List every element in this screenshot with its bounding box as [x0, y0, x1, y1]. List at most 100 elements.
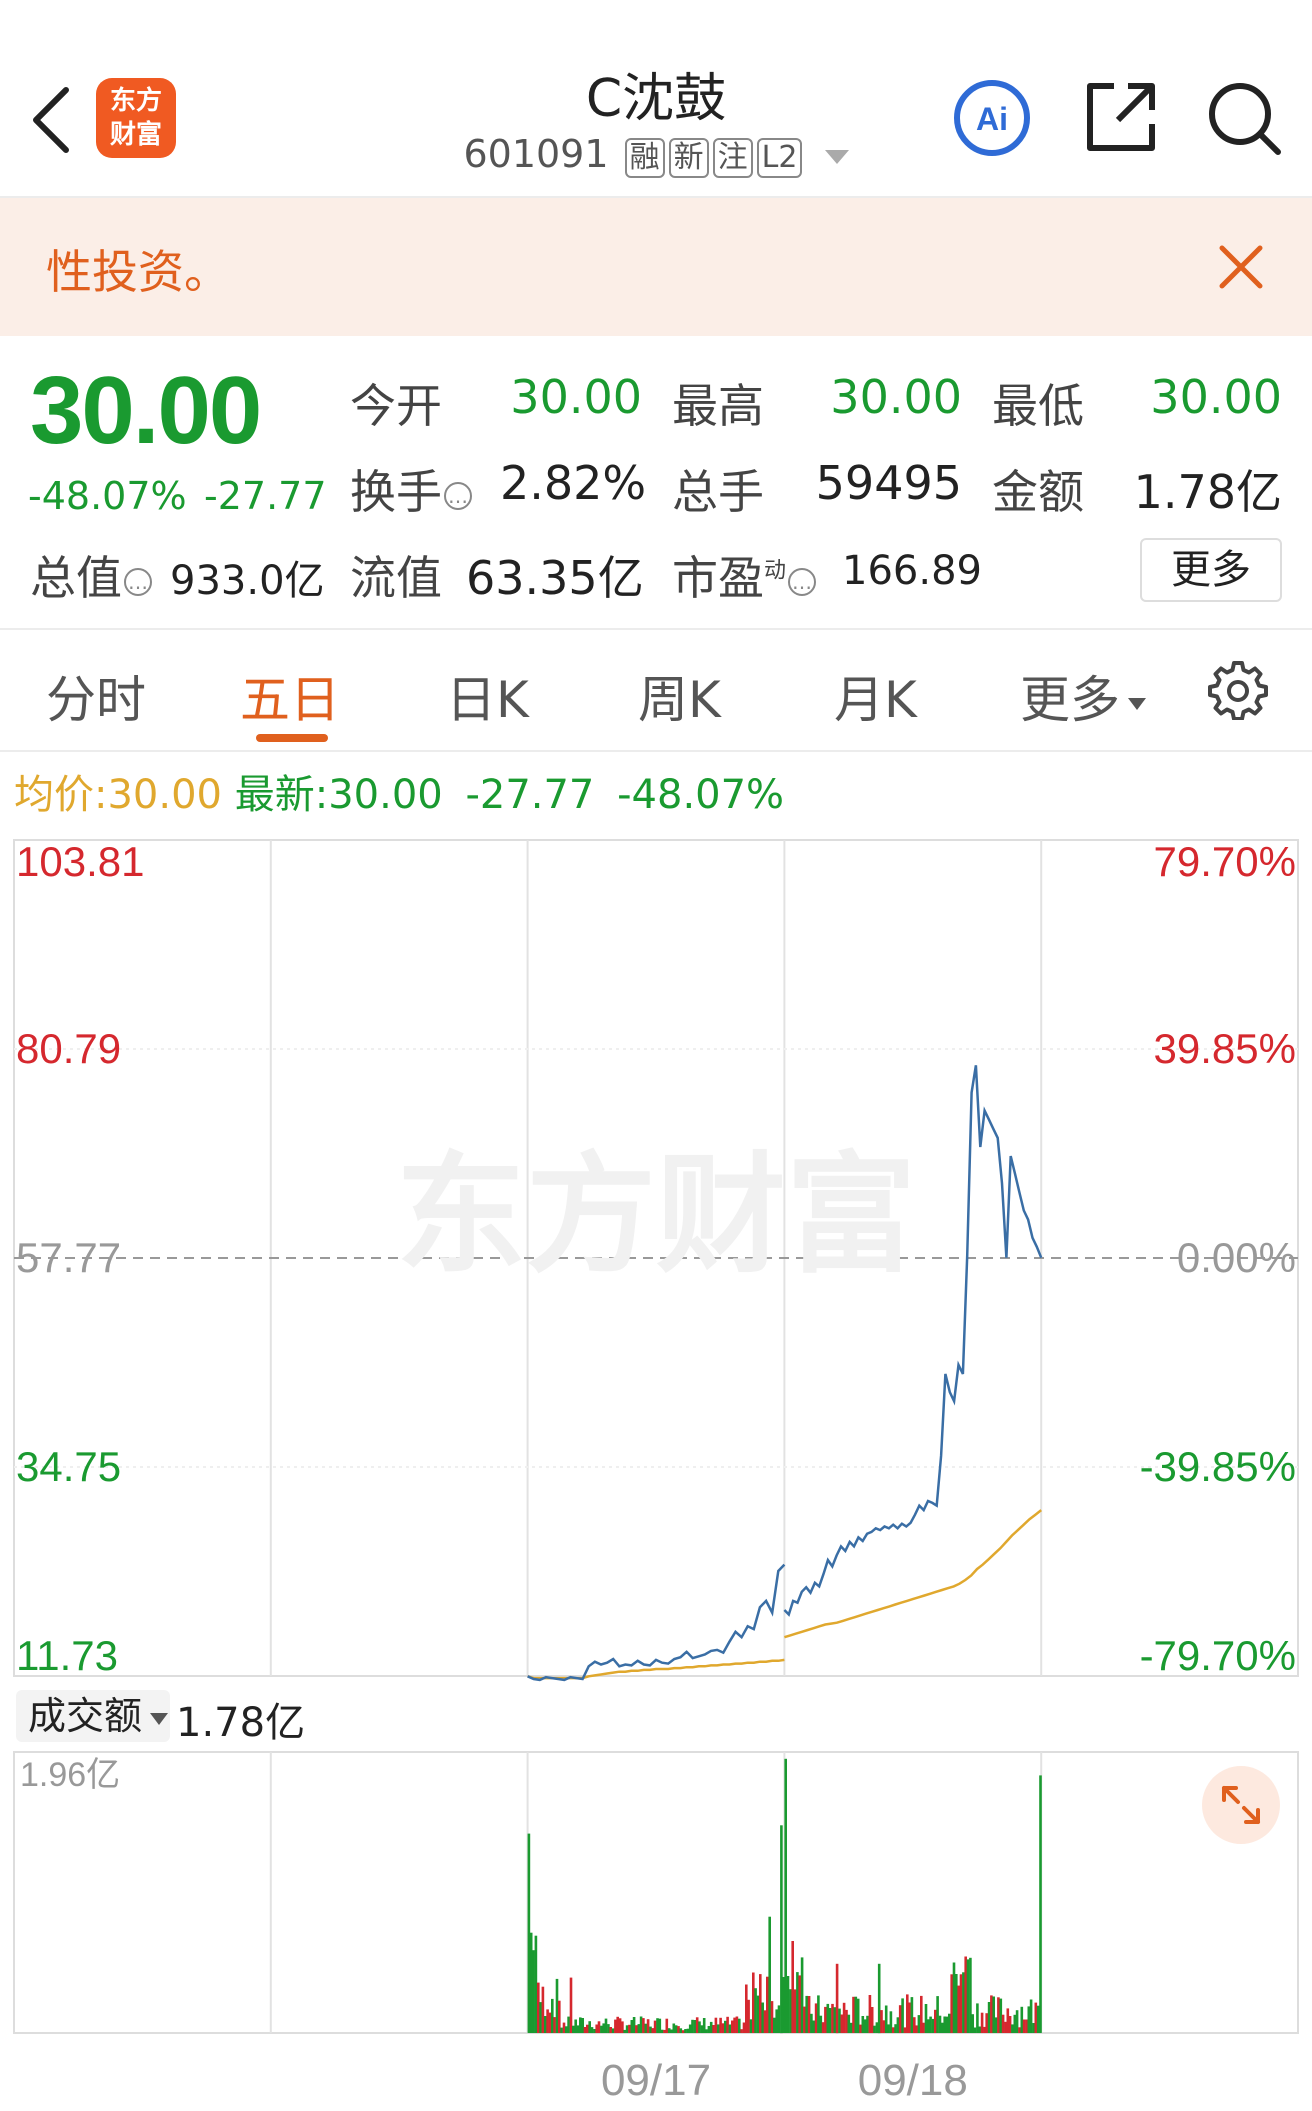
- volume-bar: [966, 1959, 970, 2033]
- volume-bar: [1015, 2010, 1019, 2033]
- volume-bar: [693, 2020, 697, 2033]
- more-button[interactable]: 更多: [1140, 538, 1282, 602]
- pe-dynamic-marker: 动: [764, 558, 787, 584]
- volume-bar: [567, 2016, 570, 2033]
- tab-daily-k[interactable]: 日K: [446, 660, 529, 732]
- volume-bar: [656, 2018, 659, 2033]
- volume-bar: [943, 2016, 946, 2033]
- gear-icon[interactable]: [1208, 660, 1268, 720]
- tab-more[interactable]: 更多: [1020, 660, 1146, 732]
- info-icon[interactable]: …: [124, 567, 152, 596]
- volume-bar: [679, 2028, 683, 2033]
- volume-bar: [999, 1998, 1003, 2033]
- volume-bar: [810, 2013, 813, 2033]
- volume-bar: [868, 1995, 872, 2033]
- volume-bar: [607, 2024, 610, 2033]
- expand-button[interactable]: [1202, 1766, 1280, 1844]
- volume-bar: [581, 2018, 584, 2033]
- tag-margin: 融: [624, 138, 665, 178]
- volume-bar: [576, 2025, 580, 2033]
- change-amount: -27.77: [204, 474, 327, 518]
- volume-bar: [590, 2027, 594, 2033]
- tab-weekly-k[interactable]: 周K: [638, 660, 721, 732]
- volume-bar: [1039, 1775, 1042, 2033]
- close-icon[interactable]: [1218, 244, 1264, 290]
- active-tab-indicator: [256, 734, 328, 742]
- caret-down-icon: [150, 1712, 169, 1725]
- divider: [0, 750, 1312, 752]
- volume-bar: [609, 2027, 612, 2033]
- info-icon[interactable]: …: [444, 481, 472, 510]
- volume-bar: [586, 2024, 589, 2033]
- volume-bar: [915, 2025, 918, 2033]
- volume-bar: [877, 1963, 881, 2034]
- volume-bar: [726, 2016, 729, 2033]
- stock-code-row[interactable]: 601091 融新注 L2: [450, 132, 862, 178]
- volume-bar: [719, 2017, 722, 2033]
- tag-new: 新: [668, 138, 709, 178]
- volume-bar: [859, 2024, 862, 2033]
- five-day-chart[interactable]: 东方财富 103.81 80.79 57.77 34.75 11.73 79.70% 39.…: [0, 820, 1312, 2111]
- stock-code: 601091: [463, 132, 609, 176]
- low-value: 30.00: [1150, 370, 1282, 424]
- search-icon[interactable]: [1204, 78, 1284, 158]
- volume-bar: [742, 2022, 746, 2033]
- volume-bar: [798, 1975, 801, 2033]
- volume-bar: [880, 2010, 883, 2033]
- volume-bar: [665, 2018, 669, 2033]
- tab-monthly-k[interactable]: 月K: [834, 660, 917, 732]
- volume-bar: [852, 1996, 855, 2033]
- share-icon[interactable]: [1084, 80, 1158, 154]
- volume-bar: [766, 1976, 769, 2033]
- volume-bar: [672, 2023, 676, 2033]
- y-axis-left-label: 57.77: [16, 1234, 121, 1281]
- volume-bar: [987, 2002, 991, 2033]
- volume-bar: [894, 2024, 897, 2033]
- volume-bar: [992, 1996, 995, 2033]
- volume-bar: [931, 2018, 935, 2033]
- volume-bar: [840, 2014, 844, 2033]
- volume-bar: [653, 2020, 657, 2033]
- volume-bar: [684, 2029, 687, 2033]
- volume-bar: [1025, 2019, 1028, 2033]
- y-axis-left-label: 34.75: [16, 1443, 121, 1490]
- volume-bar: [889, 2011, 893, 2033]
- tab-five-day[interactable]: 五日: [240, 660, 340, 732]
- volume-bar: [642, 2018, 645, 2033]
- chevron-left-icon[interactable]: [28, 80, 76, 160]
- volume-bar: [623, 2029, 626, 2033]
- volume-bar: [1001, 2014, 1005, 2033]
- volume-bar: [938, 2015, 942, 2033]
- volume-bar: [934, 2009, 937, 2033]
- volume-bar: [712, 2025, 715, 2033]
- info-icon[interactable]: …: [788, 567, 817, 596]
- volume-bar: [826, 2003, 830, 2033]
- ai-icon-label: Ai: [976, 101, 1008, 137]
- watermark: 东方财富: [396, 1139, 916, 1291]
- y-axis-right-label: 39.85%: [1154, 1025, 1296, 1072]
- ai-icon[interactable]: Ai: [952, 78, 1032, 158]
- tab-intraday[interactable]: 分时: [46, 660, 146, 732]
- volume-bar: [560, 2027, 563, 2033]
- volume-bar: [674, 2025, 678, 2033]
- volume-bar: [775, 2009, 778, 2033]
- volume-metric-select[interactable]: 成交额: [16, 1690, 170, 1742]
- market-cap-value: 933.0亿: [170, 558, 325, 604]
- volume-bar: [849, 2022, 853, 2033]
- volume-bar: [817, 1995, 820, 2033]
- open-label: 今开: [350, 379, 442, 433]
- volume-bar: [896, 2017, 900, 2033]
- volume-bar: [649, 2026, 652, 2033]
- volume-bar: [866, 2015, 869, 2033]
- summary-change: -27.77: [465, 772, 595, 818]
- caret-down-icon: [824, 149, 849, 164]
- volume-bar: [604, 2018, 608, 2033]
- volume-bar: [593, 2029, 596, 2033]
- volume-bar: [707, 2026, 711, 2033]
- divider: [0, 628, 1312, 630]
- volume-bar: [660, 2029, 664, 2033]
- volume-bar: [572, 2025, 575, 2033]
- volume-bar: [537, 1982, 540, 2033]
- volume-max-label: 1.96亿: [20, 1756, 120, 1794]
- y-axis-right-label: 79.70%: [1154, 838, 1296, 885]
